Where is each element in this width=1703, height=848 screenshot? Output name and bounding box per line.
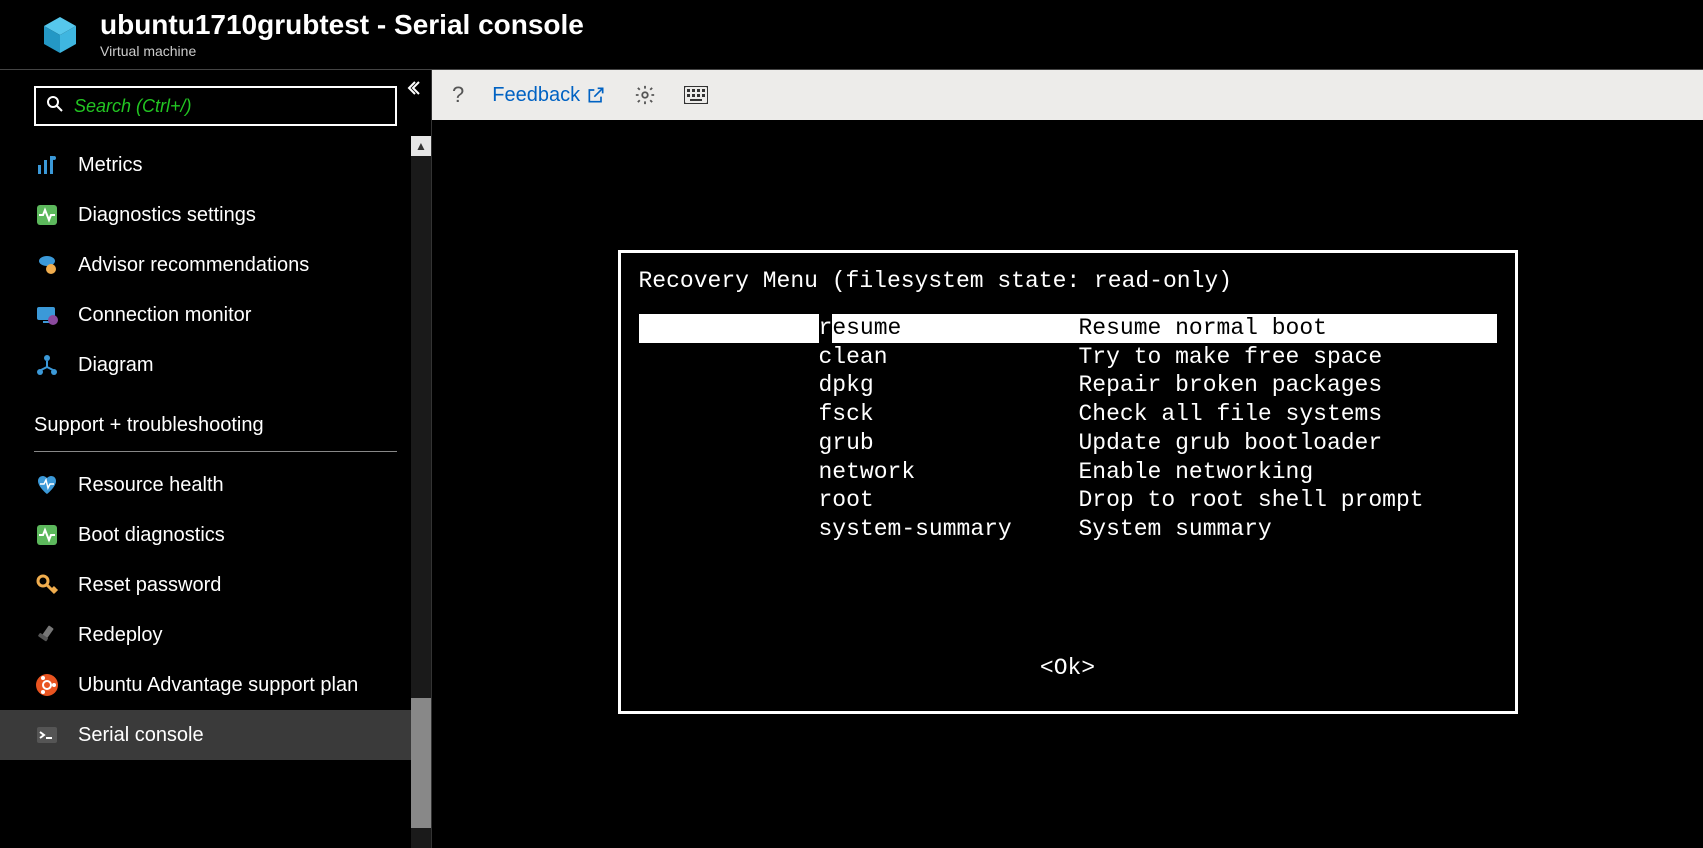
advisor-icon (34, 252, 60, 278)
sidebar-item-label: Redeploy (78, 624, 163, 647)
diagnostics-icon (34, 202, 60, 228)
metrics-icon (34, 152, 60, 178)
sidebar-item-serial-console[interactable]: Serial console (0, 710, 431, 760)
menu-item-desc: System summary (1079, 515, 1272, 544)
heart-icon (34, 472, 60, 498)
keyboard-icon (684, 86, 708, 104)
menu-item-key: fsck (819, 400, 1079, 429)
menu-item-key: dpkg (819, 371, 1079, 400)
connection-monitor-icon (34, 302, 60, 328)
menu-item-key: network (819, 458, 1079, 487)
page-header: ubuntu1710grubtest - Serial console Virt… (0, 0, 1703, 70)
recovery-menu-item[interactable]: grubUpdate grub bootloader (639, 429, 1497, 458)
sidebar-item-label: Serial console (78, 724, 204, 747)
search-input[interactable] (74, 96, 385, 117)
page-title: ubuntu1710grubtest - Serial console (100, 10, 584, 41)
scrollbar-thumb[interactable] (411, 698, 431, 828)
sidebar: Metrics Diagnostics settings Advisor rec… (0, 70, 432, 848)
sidebar-item-advisor[interactable]: Advisor recommendations (0, 240, 431, 290)
recovery-menu-item[interactable]: system-summarySystem summary (639, 515, 1497, 544)
help-button[interactable]: ? (452, 82, 464, 108)
nav-monitoring: Metrics Diagnostics settings Advisor rec… (0, 136, 431, 390)
sidebar-item-reset-password[interactable]: Reset password (0, 560, 431, 610)
diagram-icon (34, 352, 60, 378)
sidebar-item-label: Reset password (78, 574, 221, 597)
console-area[interactable]: Recovery Menu (filesystem state: read-on… (432, 120, 1703, 848)
menu-item-key: resume (819, 314, 1079, 343)
collapse-sidebar-button[interactable] (405, 80, 421, 101)
recovery-menu-box: Recovery Menu (filesystem state: read-on… (618, 250, 1518, 714)
scroll-up-arrow-icon[interactable]: ▲ (411, 136, 431, 156)
redeploy-icon (34, 622, 60, 648)
sidebar-item-label: Resource health (78, 474, 224, 497)
recovery-menu-item[interactable]: dpkgRepair broken packages (639, 371, 1497, 400)
sidebar-scrollbar[interactable]: ▲ (411, 136, 431, 848)
sidebar-item-diagram[interactable]: Diagram (0, 340, 431, 390)
boot-diagnostics-icon (34, 522, 60, 548)
menu-item-desc: Update grub bootloader (1079, 429, 1383, 458)
menu-item-desc: Drop to root shell prompt (1079, 486, 1424, 515)
sidebar-item-resource-health[interactable]: Resource health (0, 460, 431, 510)
keyboard-button[interactable] (684, 86, 708, 104)
key-icon (34, 572, 60, 598)
main-pane: ? Feedback Recovery Menu (filesystem (432, 70, 1703, 848)
external-link-icon (586, 85, 606, 105)
sidebar-item-ubuntu-advantage[interactable]: Ubuntu Advantage support plan (0, 660, 431, 710)
recovery-menu-list: resumeResume normal bootcleanTry to make… (639, 314, 1497, 544)
search-box[interactable] (34, 86, 397, 126)
menu-item-desc: Resume normal boot (1079, 314, 1327, 343)
sidebar-item-metrics[interactable]: Metrics (0, 140, 431, 190)
search-icon (46, 95, 64, 118)
section-title-support: Support + troubleshooting (0, 390, 431, 445)
settings-button[interactable] (634, 84, 656, 106)
sidebar-item-label: Diagnostics settings (78, 204, 256, 227)
menu-item-key: grub (819, 429, 1079, 458)
menu-item-desc: Check all file systems (1079, 400, 1383, 429)
recovery-menu-title: Recovery Menu (filesystem state: read-on… (639, 267, 1497, 296)
sidebar-item-label: Connection monitor (78, 304, 251, 327)
recovery-menu-item[interactable]: fsckCheck all file systems (639, 400, 1497, 429)
recovery-menu-item[interactable]: resumeResume normal boot (639, 314, 1497, 343)
sidebar-item-label: Ubuntu Advantage support plan (78, 674, 358, 697)
menu-item-key: system-summary (819, 515, 1079, 544)
section-divider (34, 451, 397, 452)
page-subtitle: Virtual machine (100, 43, 584, 59)
sidebar-item-label: Diagram (78, 354, 154, 377)
ok-button[interactable]: <Ok> (639, 654, 1497, 683)
feedback-button[interactable]: Feedback (492, 84, 606, 107)
menu-item-key: clean (819, 343, 1079, 372)
sidebar-item-connection-monitor[interactable]: Connection monitor (0, 290, 431, 340)
recovery-menu-item[interactable]: cleanTry to make free space (639, 343, 1497, 372)
recovery-menu-item[interactable]: networkEnable networking (639, 458, 1497, 487)
vm-cube-icon (40, 15, 80, 55)
sidebar-item-redeploy[interactable]: Redeploy (0, 610, 431, 660)
feedback-label: Feedback (492, 84, 580, 107)
ubuntu-icon (34, 672, 60, 698)
sidebar-item-label: Advisor recommendations (78, 254, 309, 277)
toolbar: ? Feedback (432, 70, 1703, 120)
serial-console-icon (34, 722, 60, 748)
recovery-menu-item[interactable]: rootDrop to root shell prompt (639, 486, 1497, 515)
sidebar-item-diagnostics-settings[interactable]: Diagnostics settings (0, 190, 431, 240)
menu-item-key: root (819, 486, 1079, 515)
sidebar-item-label: Metrics (78, 154, 142, 177)
menu-item-desc: Repair broken packages (1079, 371, 1383, 400)
menu-item-desc: Try to make free space (1079, 343, 1383, 372)
sidebar-item-boot-diagnostics[interactable]: Boot diagnostics (0, 510, 431, 560)
menu-item-desc: Enable networking (1079, 458, 1314, 487)
gear-icon (634, 84, 656, 106)
nav-support: Resource health Boot diagnostics Reset p… (0, 456, 431, 760)
sidebar-item-label: Boot diagnostics (78, 524, 225, 547)
